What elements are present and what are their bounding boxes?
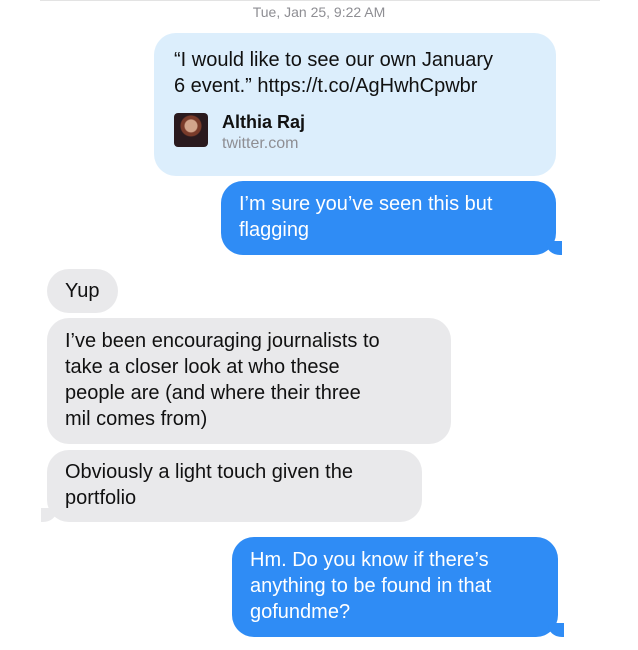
link-preview-thumbnail [174, 113, 208, 147]
message-text: Yup [65, 280, 100, 302]
received-message-bubble[interactable]: Yup [47, 269, 118, 313]
link-message-text: “I would like to see our own January 6 e… [174, 49, 494, 97]
sent-message-bubble[interactable]: Hm. Do you know if there’s anything to b… [232, 537, 564, 637]
link-preview-domain: twitter.com [222, 135, 299, 152]
message-timestamp: Tue, Jan 25, 9:22 AM [252, 4, 386, 20]
link-preview-title: Althia Raj [222, 112, 306, 132]
message-text: I’m sure you’ve seen this but flagging [239, 193, 493, 241]
top-divider [40, 0, 600, 1]
link-preview-info: Althia Raj twitter.com [222, 111, 305, 155]
sent-message-bubble[interactable]: I’m sure you’ve seen this but flagging [221, 181, 562, 255]
message-text: Hm. Do you know if there’s anything to b… [250, 549, 492, 623]
link-preview[interactable]: Althia Raj twitter.com [174, 111, 538, 155]
message-text: Obviously a light touch given the portfo… [65, 461, 353, 509]
message-text: I’ve been encouraging journalists to tak… [65, 330, 380, 430]
received-message-bubble[interactable]: Obviously a light touch given the portfo… [41, 450, 422, 522]
link-message-bubble[interactable]: “I would like to see our own January 6 e… [154, 33, 556, 176]
received-message-bubble[interactable]: I’ve been encouraging journalists to tak… [47, 318, 451, 444]
